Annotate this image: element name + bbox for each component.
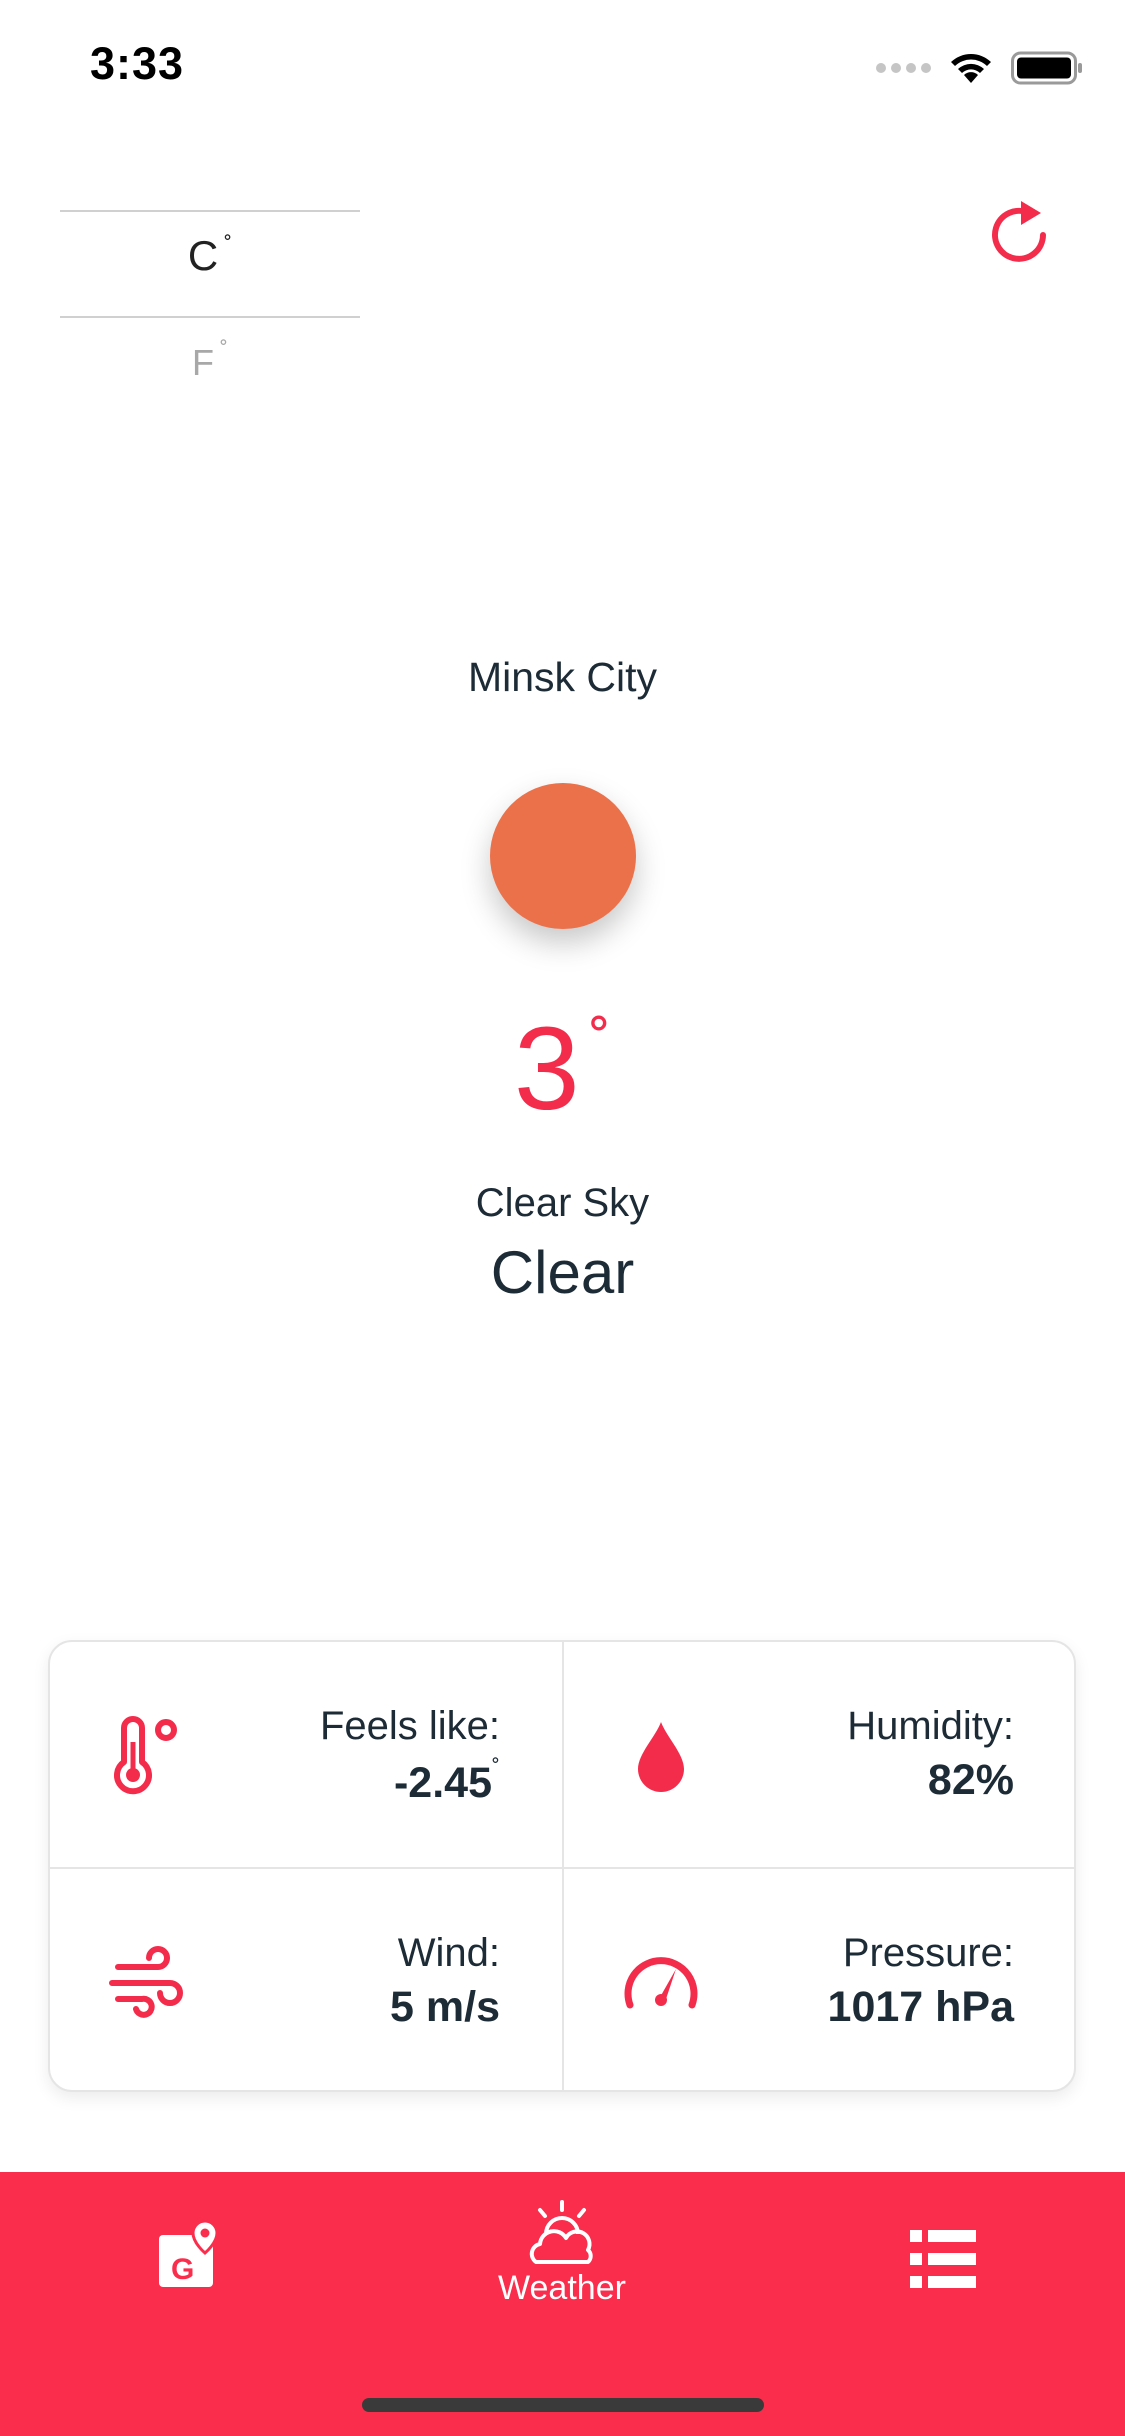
feels-like-label: Feels like: [319,1704,500,1748]
temperature-degree-symbol: ˚ [589,1009,611,1081]
wind-cell: Wind: 5 m/s [50,1869,562,2090]
unit-fahrenheit-label: F [192,342,214,383]
battery-icon [1011,51,1082,85]
sun-icon [490,783,636,929]
picker-selection-divider [60,316,360,318]
pressure-label: Pressure: [842,1931,1014,1975]
wind-value: 5 m/s [390,1983,500,2031]
degree-symbol: ˚ [220,338,228,365]
refresh-icon [992,201,1046,262]
degree-symbol: ˚ [492,1756,500,1783]
status-icons [876,48,1083,88]
gauge-icon [624,1957,698,2009]
humidity-value: 82% [927,1756,1014,1804]
feels-like-value: -2.45˚ [394,1756,500,1808]
tab-map[interactable]: G [130,2172,250,2362]
feels-like-number: -2.45 [393,1759,492,1807]
refresh-button[interactable] [985,195,1055,270]
unit-celsius-label: C [187,232,219,279]
map-location-icon: G [159,2219,219,2287]
degree-symbol: ˚ [224,233,233,260]
tab-bar: G Weather [0,2172,1125,2436]
tab-weather[interactable]: Weather [462,2172,662,2362]
feels-like-cell: Feels like: -2.45˚ [50,1642,562,1867]
weather-main: Clear [490,1239,635,1306]
pressure-cell: Pressure: 1017 hPa [564,1869,1074,2090]
tab-weather-label: Weather [498,2269,626,2307]
status-time: 3:33 [90,38,185,89]
picker-top-divider [60,210,360,212]
pressure-value: 1017 hPa [827,1983,1014,2031]
status-bar: 3:33 [0,0,1125,132]
thermometer-icon [114,1716,177,1795]
tab-list[interactable] [880,2172,1000,2362]
cellular-signal-icon [876,63,931,73]
home-indicator [362,2398,764,2412]
temperature-number: 3 [514,1003,580,1135]
humidity-cell: Humidity: 82% [564,1642,1074,1867]
weather-details-card: Feels like: -2.45˚ Humidity: 82% Wind: 5… [48,1640,1076,2092]
unit-option-celsius[interactable]: C ˚ [60,232,360,280]
humidity-label: Humidity: [847,1704,1014,1748]
city-name: Minsk City [467,654,658,700]
unit-option-fahrenheit[interactable]: F ˚ [60,338,360,384]
wifi-icon [951,54,991,83]
water-drop-icon [638,1722,684,1792]
temperature-unit-picker[interactable]: C ˚ F ˚ [60,210,360,390]
wind-icon [109,1946,183,2018]
svg-text:G: G [171,2253,194,2286]
wind-label: Wind: [397,1931,500,1975]
weather-description: Clear Sky [475,1181,650,1225]
list-icon [910,2230,976,2288]
temperature-value: 3 ˚ [0,1010,1125,1128]
weather-icon [529,2200,593,2264]
